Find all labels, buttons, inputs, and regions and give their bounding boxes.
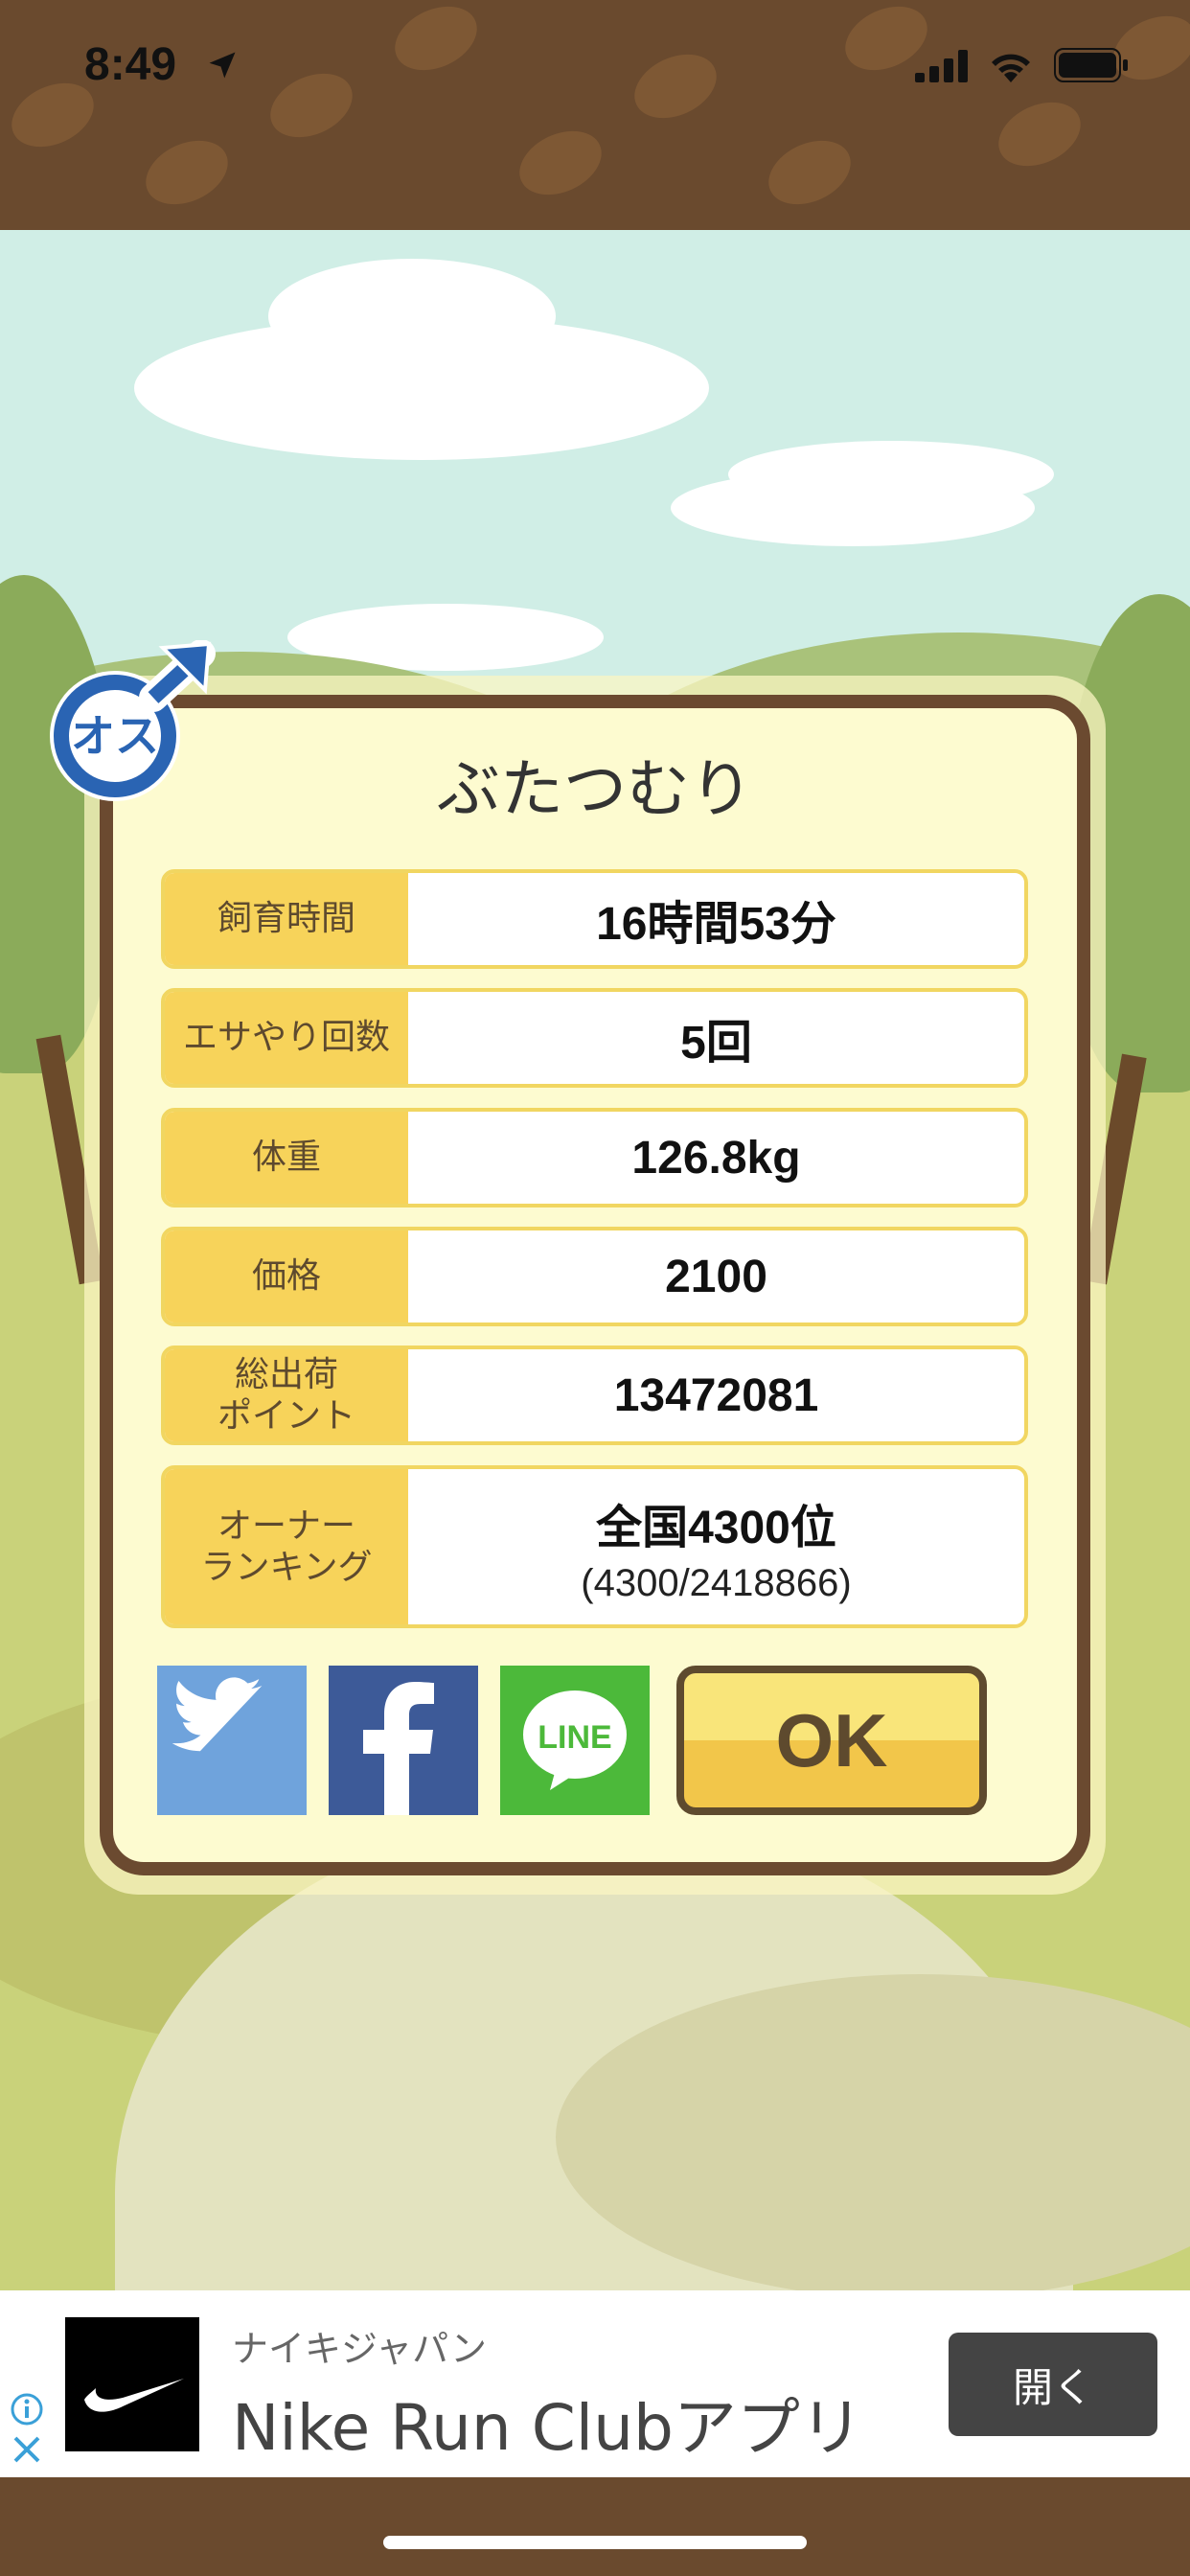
line-share-button[interactable]: LINE (500, 1666, 650, 1815)
stat-label: 価格 (165, 1230, 408, 1322)
wifi-icon (992, 54, 1030, 82)
stat-value: 16時間53分 (596, 899, 836, 950)
stat-row-feed-count: エサやり回数 5回 (161, 988, 1028, 1088)
facebook-share-button[interactable] (329, 1666, 478, 1815)
ad-open-button[interactable]: 開く (949, 2333, 1157, 2436)
twitter-bird-icon (172, 1677, 263, 1752)
stat-row-weight: 体重 126.8kg (161, 1108, 1028, 1208)
ad-title: Nike Run Clubアプリ (232, 2391, 863, 2465)
ranking-value: 全国4300位 (4300/2418866) (408, 1469, 1024, 1624)
nike-logo (65, 2317, 199, 2451)
line-logo-icon: LINE (523, 1690, 627, 1790)
background-bean (624, 41, 727, 131)
stat-row-feeding-time: 飼育時間 16時間53分 (161, 869, 1028, 969)
stat-value: 2100 (665, 1251, 767, 1302)
background-bean (384, 0, 488, 83)
ad-advertiser: ナイキジャパン (232, 2328, 488, 2370)
background-bean (509, 118, 612, 208)
ranking-detail: (4300/2418866) (581, 1561, 852, 1604)
line-label: LINE (538, 1719, 611, 1756)
cloud (728, 441, 1054, 508)
stat-label: 飼育時間 (165, 873, 408, 965)
cloud (268, 259, 556, 374)
stat-row-shipping-points: 総出荷 ポイント 13472081 (161, 1346, 1028, 1445)
home-indicator[interactable] (383, 2536, 807, 2549)
cellular-signal-icon (915, 50, 968, 82)
stat-value: 13472081 (613, 1369, 819, 1421)
ok-button-label: OK (775, 1697, 888, 1782)
stat-row-owner-ranking: オーナー ランキング 全国4300位 (4300/2418866) (161, 1465, 1028, 1628)
background-bean (988, 89, 1091, 179)
stat-value: 126.8kg (631, 1132, 801, 1184)
battery-icon (1054, 48, 1128, 82)
bottom-bean-background (0, 2477, 1190, 2576)
background-bean (260, 60, 363, 150)
pig-name-title: ぶたつむり (437, 752, 753, 826)
location-arrow-icon (209, 52, 236, 79)
stat-row-price: 価格 2100 (161, 1227, 1028, 1326)
ok-button[interactable]: OK (676, 1666, 987, 1815)
stat-value: 5回 (680, 1018, 752, 1069)
ad-banner[interactable]: ナイキジャパン Nike Run Clubアプリ 開く (0, 2290, 1190, 2477)
background-bean (758, 127, 861, 218)
stat-label: 体重 (165, 1112, 408, 1204)
stat-label: エサやり回数 (165, 992, 408, 1084)
nike-swoosh-icon (84, 2379, 184, 2412)
background-bean (135, 127, 239, 218)
status-bar: 8:49 (0, 0, 1190, 230)
stat-label: オーナー ランキング (165, 1469, 408, 1624)
ad-info-icon[interactable] (10, 2392, 44, 2426)
stat-label: 総出荷 ポイント (165, 1349, 408, 1441)
ranking-position: 全国4300位 (596, 1502, 836, 1553)
status-time: 8:49 (84, 39, 177, 90)
ad-close-icon[interactable] (10, 2432, 44, 2467)
twitter-share-button[interactable] (157, 1666, 307, 1815)
facebook-f-icon (363, 1682, 434, 1815)
